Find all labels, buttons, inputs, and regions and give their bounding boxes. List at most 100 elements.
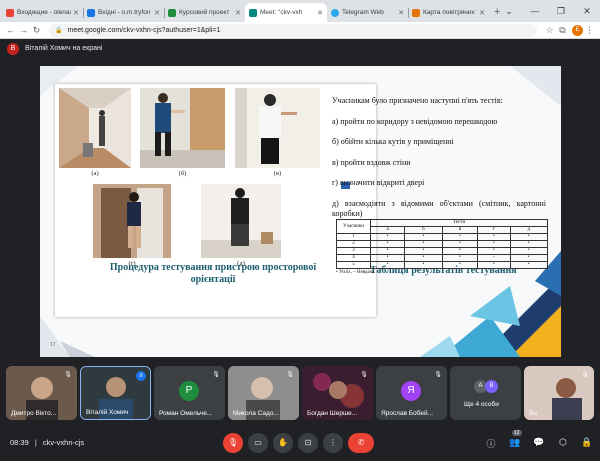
browser-tab-3[interactable]: Meet: "ckv-vxh ✕ <box>245 3 327 22</box>
close-icon[interactable]: ✕ <box>317 9 323 17</box>
participant-tile[interactable]: ≡ Віталій Хомич <box>80 366 151 420</box>
participant-avatar: В <box>485 380 498 393</box>
browser-tab-1[interactable]: Вхідні - o.m.tryfon ✕ <box>83 3 164 22</box>
url-input[interactable]: 🔒 meet.google.com/ckv-vxhn-cjs?authuser=… <box>49 23 537 37</box>
tests-description: Учасникам було призначено наступні п'ять… <box>332 96 546 219</box>
table-cell: • <box>404 254 443 262</box>
meeting-time: 08:39 <box>10 438 29 447</box>
meeting-info: 08:39 | ckv-vxhn-cjs <box>10 438 84 447</box>
close-icon[interactable]: ✕ <box>73 9 79 17</box>
mic-off-icon: 🎙 <box>360 372 368 378</box>
browser-tab-5[interactable]: Карта повітряних т ✕ <box>408 3 489 22</box>
table-row: 2 • • • • • <box>336 240 549 248</box>
presenter-bar: В Віталій Хомич на екрані <box>0 39 600 58</box>
table-cell: • <box>369 233 406 241</box>
photo-e: (д) <box>201 184 281 267</box>
window-controls: ⌄ — ❐ ✕ <box>496 0 600 22</box>
participant-avatar: Я <box>401 381 421 401</box>
close-window-icon[interactable]: ✕ <box>574 6 600 17</box>
minimize-icon[interactable]: — <box>522 6 548 16</box>
lock-icon[interactable]: 🔒 <box>55 27 62 34</box>
table-cell: • <box>404 233 443 241</box>
leave-call-button[interactable]: ✆ <box>348 433 374 453</box>
back-arrow-icon[interactable]: ← <box>4 25 17 35</box>
more-options-button[interactable]: ⋮ <box>323 433 343 453</box>
table-cell: • <box>509 261 549 269</box>
mail-favicon-icon <box>87 8 95 17</box>
maximize-icon[interactable]: ❐ <box>548 6 574 17</box>
shared-slide: (а) (б) (в) (г) (д) Процедура тестування… <box>40 66 561 357</box>
table-cell: • <box>477 233 511 241</box>
forward-arrow-icon[interactable]: → <box>17 25 30 35</box>
meeting-controls: 08:39 | ckv-vxhn-cjs 🎙 ▭ ✋ ⊡ ⋮ ✆ ⓘ 👥 12 … <box>0 426 600 461</box>
url-text: meet.google.com/ckv-vxhn-cjs?authuser=1&… <box>67 26 221 34</box>
table-row: 5 • • • • • <box>336 261 549 269</box>
info-separator: | <box>34 438 37 447</box>
present-screen-button[interactable]: ⊡ <box>298 433 318 453</box>
host-controls-icon[interactable]: 🔒 <box>580 437 594 448</box>
meeting-details-icon[interactable]: ⓘ <box>484 437 498 450</box>
table-cell: • <box>404 240 443 248</box>
address-bar: ← → ↻ 🔒 meet.google.com/ckv-vxhn-cjs?aut… <box>0 22 600 39</box>
table-cell: 5 <box>336 261 371 269</box>
participant-tile[interactable]: Я 🎙 Ярослав Бобей... <box>376 366 447 420</box>
chat-icon[interactable]: 💬 <box>532 437 546 448</box>
photo-caption: (в) <box>273 170 282 177</box>
mic-off-icon: 🎙 <box>434 372 442 378</box>
raise-hand-button[interactable]: ✋ <box>273 433 293 453</box>
participant-strip: 🎙 Дмитро Вікто... ≡ Віталій Хомич Р 🎙 Ро… <box>0 362 600 426</box>
participant-name: Дмитро Вікто... <box>11 410 57 417</box>
table-col-header: г <box>477 226 511 234</box>
participant-tile[interactable]: 🎙 Богдан Шерше... <box>302 366 373 420</box>
table-cell: • <box>477 240 511 248</box>
gmail-favicon-icon <box>6 8 14 17</box>
map-favicon-icon <box>412 8 420 17</box>
close-icon[interactable]: ✕ <box>479 9 485 17</box>
camera-button[interactable]: ▭ <box>248 433 268 453</box>
doc-favicon-icon <box>168 8 176 17</box>
profile-avatar[interactable]: E <box>572 24 583 36</box>
participant-tile[interactable]: 🎙 Дмитро Вікто... <box>6 366 77 420</box>
people-icon[interactable]: 👥 <box>508 437 522 448</box>
participant-name: Микола Садо... <box>233 410 279 417</box>
browser-tab-4[interactable]: Telegram Web ✕ <box>327 3 408 22</box>
photo-b: (б) <box>140 88 225 177</box>
table-row: 3 • • • • • <box>336 247 549 255</box>
presenter-label: Віталій Хомич на екрані <box>25 45 103 52</box>
table-legend: • Успіх, – Невдача <box>336 269 375 275</box>
participant-name: Роман Омельче... <box>159 410 213 417</box>
corridor-photo-a <box>59 88 131 168</box>
microphone-off-button[interactable]: 🎙 <box>223 433 243 453</box>
table-cell: 4 <box>336 254 371 262</box>
browser-menu-icon[interactable]: ⋮ <box>583 25 596 36</box>
participant-tile[interactable]: 🎙 Микола Садо... <box>228 366 299 420</box>
objects-photo-e <box>201 184 281 258</box>
self-tile[interactable]: 🎙 Ви <box>524 366 594 420</box>
bookmark-star-icon[interactable]: ☆ <box>543 25 556 36</box>
person-photo-b <box>140 88 225 168</box>
photo-caption: (б) <box>178 170 187 177</box>
speaking-icon: ≡ <box>136 371 146 381</box>
more-participants-tile[interactable]: А В Ще 4 особи <box>450 366 521 420</box>
people-count-badge: 12 <box>512 430 522 436</box>
close-icon[interactable]: ✕ <box>398 9 404 17</box>
test-item: в) пройти вздовж стіни <box>332 157 411 167</box>
close-icon[interactable]: ✕ <box>154 9 160 17</box>
mic-off-icon: 🎙 <box>64 372 72 378</box>
photo-c: (в) <box>235 88 320 177</box>
participant-tile[interactable]: Р 🎙 Роман Омельче... <box>154 366 225 420</box>
table-cell: • <box>441 240 479 248</box>
browser-tab-0[interactable]: Входящие - olenaх ✕ <box>2 3 83 22</box>
browser-tab-bar: Входящие - olenaх ✕ Вхідні - o.m.tryfon … <box>0 0 600 22</box>
browser-tab-2[interactable]: Курсовий проект ✕ <box>164 3 245 22</box>
activities-icon[interactable]: ⬡ <box>556 437 570 448</box>
extensions-icon[interactable]: ⧉ <box>556 25 569 36</box>
participant-name: Богдан Шерше... <box>307 410 358 417</box>
mic-off-icon: 🎙 <box>212 372 220 378</box>
table-header-tests: Тести <box>370 219 548 227</box>
mic-off-icon: 🎙 <box>581 372 589 378</box>
tab-label: Telegram Web <box>342 9 384 16</box>
tab-search-icon[interactable]: ⌄ <box>496 6 522 17</box>
reload-icon[interactable]: ↻ <box>30 25 43 36</box>
close-icon[interactable]: ✕ <box>235 9 241 17</box>
